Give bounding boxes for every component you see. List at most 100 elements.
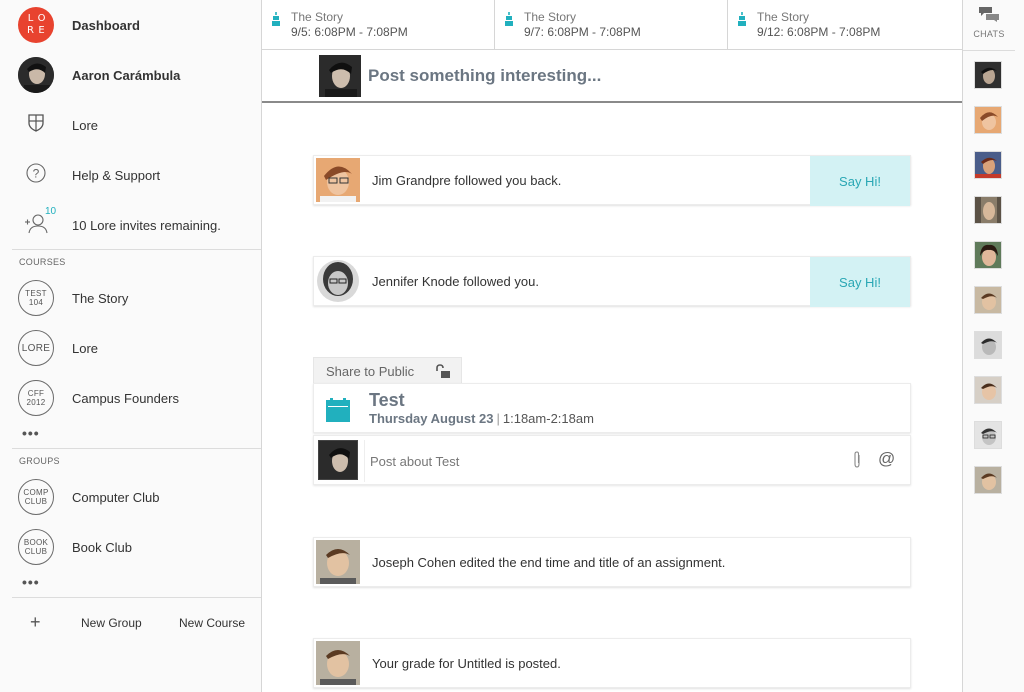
update-text: Your grade for Untitled is posted. (372, 656, 561, 671)
divider (12, 597, 261, 598)
groups-section-title: GROUPS (19, 456, 60, 466)
divider (12, 249, 261, 250)
chat-contact-avatar[interactable] (974, 151, 1002, 179)
divider (963, 50, 1015, 51)
share-to-public-tab[interactable]: Share to Public (313, 357, 462, 383)
chat-contact-avatar[interactable] (974, 331, 1002, 359)
sidebar-item-label: Computer Club (72, 489, 160, 505)
unlock-icon (435, 364, 451, 381)
chat-contact-avatar[interactable] (974, 61, 1002, 89)
attachment-icon[interactable] (852, 451, 862, 474)
chats-label: CHATS (973, 29, 1005, 39)
update-card: Your grade for Untitled is posted. (313, 638, 911, 688)
schedule-title: The Story (291, 10, 344, 24)
sidebar-item-label: Campus Founders (72, 390, 179, 406)
more-groups-button[interactable]: ••• (22, 574, 40, 590)
sidebar-item-label: 10 Lore invites remaining. (72, 217, 221, 233)
sidebar-item-label: The Story (72, 290, 129, 306)
update-card: Joseph Cohen edited the end time and tit… (313, 537, 911, 587)
chat-contact-avatar[interactable] (974, 466, 1002, 494)
sidebar-item-label: Aaron Carámbula (72, 67, 181, 83)
sidebar-item-label: Lore (72, 117, 99, 133)
sidebar-item-label: Lore (72, 340, 99, 356)
avatar (316, 540, 360, 584)
avatar (319, 55, 361, 97)
schedule-title: The Story (757, 10, 810, 24)
chat-contact-avatar[interactable] (974, 421, 1002, 449)
course-badge: CFF 2012 (18, 380, 54, 416)
avatar (18, 57, 54, 93)
sidebar-item-course-campus-founders[interactable]: CFF 2012 Campus Founders (0, 373, 261, 423)
schedule-bar: The Story 9/5: 6:08PM - 7:08PM The Story… (262, 0, 962, 50)
courses-section-title: COURSES (19, 257, 66, 267)
sidebar-item-label: Help & Support (72, 167, 161, 183)
avatar (318, 440, 358, 480)
event-datetime: Thursday August 23 | 1:18am-2:18am (369, 411, 594, 426)
chat-contact-avatar[interactable] (974, 241, 1002, 269)
course-badge: LORE (18, 330, 54, 366)
mention-icon[interactable]: @ (878, 449, 895, 469)
event-comment-box: @ (313, 435, 911, 485)
sidebar-item-label: Book Club (72, 539, 132, 555)
activity-feed: Jim Grandpre followed you back. Say Hi! … (262, 103, 962, 692)
group-badge: BOOK CLUB (18, 529, 54, 565)
schedule-item[interactable]: The Story 9/5: 6:08PM - 7:08PM (262, 0, 495, 50)
cake-icon (738, 12, 746, 31)
calendar-icon (326, 398, 350, 427)
sidebar-item-course-lore[interactable]: LORE Lore (0, 323, 261, 373)
chats-button[interactable]: CHATS (963, 6, 1015, 39)
avatar (316, 641, 360, 685)
say-hi-button[interactable]: Say Hi! (810, 156, 910, 206)
sidebar-item-label: Dashboard (72, 17, 140, 33)
post-prompt[interactable]: Post something interesting... (368, 66, 601, 86)
chat-contact-avatar[interactable] (974, 286, 1002, 314)
plus-icon[interactable]: + (30, 612, 41, 633)
cake-icon (272, 12, 280, 31)
sidebar-item-invites[interactable]: 10 10 Lore invites remaining. (0, 200, 261, 250)
chat-contact-avatar[interactable] (974, 376, 1002, 404)
schedule-title: The Story (524, 10, 577, 24)
post-about-input[interactable] (364, 440, 910, 482)
schedule-item[interactable]: The Story 9/7: 6:08PM - 7:08PM (495, 0, 728, 50)
sidebar-item-dashboard[interactable]: L O R E Dashboard (0, 0, 261, 50)
new-course-button[interactable]: New Course (179, 616, 245, 630)
avatar (316, 259, 360, 303)
share-label: Share to Public (326, 364, 415, 379)
event-card: Test Thursday August 23 | 1:18am-2:18am (313, 383, 911, 433)
chat-sidebar: CHATS (962, 0, 1024, 692)
avatar (316, 158, 360, 202)
lore-logo: L O R E (18, 7, 54, 43)
sidebar: L O R E Dashboard Aaron Carámbula Lore ? (0, 0, 262, 692)
post-composer[interactable]: Post something interesting... (262, 51, 962, 103)
notification-card: Jim Grandpre followed you back. Say Hi! (313, 155, 911, 206)
sidebar-item-help[interactable]: ? Help & Support (0, 150, 261, 200)
question-icon: ? (26, 162, 46, 188)
more-courses-button[interactable]: ••• (22, 425, 40, 441)
update-text: Joseph Cohen edited the end time and tit… (372, 555, 726, 570)
schedule-time: 9/12: 6:08PM - 7:08PM (757, 25, 881, 39)
chat-contact-avatar[interactable] (974, 106, 1002, 134)
sidebar-item-group-computer-club[interactable]: COMP CLUB Computer Club (0, 472, 261, 522)
sidebar-item-lore[interactable]: Lore (0, 100, 261, 150)
notification-text: Jennifer Knode followed you. (372, 274, 539, 289)
sidebar-item-profile[interactable]: Aaron Carámbula (0, 50, 261, 100)
notification-text: Jim Grandpre followed you back. (372, 173, 562, 188)
sidebar-item-course-the-story[interactable]: TEST 104 The Story (0, 273, 261, 323)
event-title[interactable]: Test (369, 390, 405, 411)
new-group-button[interactable]: New Group (81, 616, 142, 630)
schedule-time: 9/7: 6:08PM - 7:08PM (524, 25, 641, 39)
schedule-item[interactable]: The Story 9/12: 6:08PM - 7:08PM (728, 0, 961, 50)
svg-text:?: ? (33, 166, 40, 180)
sidebar-item-group-book-club[interactable]: BOOK CLUB Book Club (0, 522, 261, 572)
notification-card: Jennifer Knode followed you. Say Hi! (313, 256, 911, 307)
shield-icon (28, 113, 44, 137)
divider (12, 448, 261, 449)
say-hi-button[interactable]: Say Hi! (810, 257, 910, 307)
schedule-time: 9/5: 6:08PM - 7:08PM (291, 25, 408, 39)
chat-bubbles-icon (978, 7, 1000, 26)
chat-contact-avatar[interactable] (974, 196, 1002, 224)
cake-icon (505, 12, 513, 31)
invite-count-badge: 10 (45, 205, 57, 217)
group-badge: COMP CLUB (18, 479, 54, 515)
course-badge: TEST 104 (18, 280, 54, 316)
